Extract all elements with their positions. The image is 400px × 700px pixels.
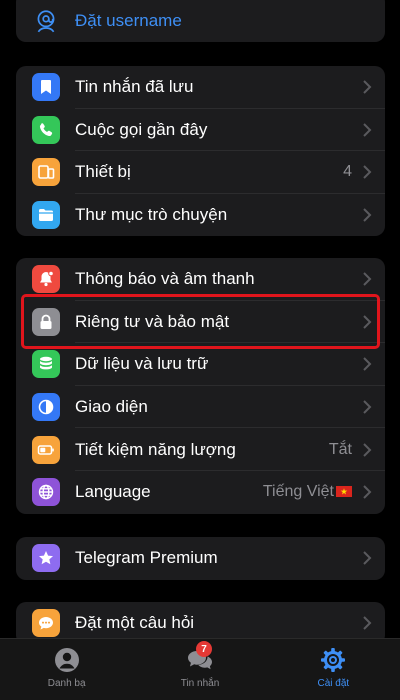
chevron-right-icon (363, 551, 372, 566)
tab-chats-label: Tin nhắn (180, 678, 220, 689)
vietnam-flag-icon (336, 485, 352, 497)
language-label: Language (75, 482, 151, 502)
set-username-label: Đặt username (75, 11, 182, 30)
chat-bubble-icon (32, 609, 60, 638)
chevron-right-icon (363, 442, 372, 457)
chevron-right-icon (363, 315, 372, 329)
saved-messages-row[interactable]: Tin nhắn đã lưu (16, 66, 385, 109)
saved-messages-label: Tin nhắn đã lưu (75, 77, 194, 97)
tab-contacts-label: Danh bạ (47, 678, 86, 689)
at-user-icon (32, 7, 60, 35)
recent-calls-row[interactable]: Cuộc gọi gần đây (16, 109, 385, 152)
premium-group: Telegram Premium (16, 537, 385, 580)
language-value: Tiếng Việt (263, 483, 352, 501)
chat-folders-row[interactable]: Thư mục trò chuyện (16, 194, 385, 237)
data-storage-row[interactable]: Dữ liệu và lưu trữ (16, 343, 385, 386)
privacy-settings-group: Thông báo và âm thanh Riêng tư và bảo mậ… (16, 258, 385, 514)
database-icon (32, 350, 60, 379)
appearance-label: Giao diện (75, 397, 148, 417)
devices-row[interactable]: Thiết bị 4 (16, 151, 385, 194)
tab-settings[interactable]: Cài đặt (267, 639, 400, 700)
power-saving-label: Tiết kiệm năng lượng (75, 439, 236, 459)
phone-icon (32, 115, 60, 144)
lock-icon (32, 307, 60, 336)
appearance-icon (32, 393, 60, 422)
chevron-right-icon (363, 80, 372, 95)
chevron-right-icon (363, 357, 372, 372)
recent-calls-label: Cuộc gọi gần đây (75, 119, 208, 139)
chevron-right-icon (363, 208, 372, 222)
tab-settings-label: Cài đặt (317, 678, 350, 689)
notifications-row[interactable]: Thông báo và âm thanh (16, 258, 385, 301)
unread-badge: 7 (195, 641, 212, 657)
tab-chats[interactable]: 7 Tin nhắn (133, 639, 266, 700)
account-group: Đặt username (16, 0, 385, 42)
language-value-text: Tiếng Việt (262, 483, 334, 501)
language-row[interactable]: Language Tiếng Việt (16, 471, 385, 514)
chevron-right-icon (363, 123, 372, 137)
appearance-row[interactable]: Giao diện (16, 386, 385, 429)
devices-count: 4 (343, 163, 352, 181)
devices-label: Thiết bị (75, 162, 131, 182)
power-saving-row[interactable]: Tiết kiệm năng lượng Tắt (16, 428, 385, 471)
star-icon (32, 544, 60, 573)
chevron-right-icon (363, 400, 372, 414)
data-storage-label: Dữ liệu và lưu trữ (75, 354, 209, 374)
notifications-label: Thông báo và âm thanh (75, 269, 255, 289)
chat-folders-label: Thư mục trò chuyện (75, 205, 228, 225)
ask-question-label: Đặt một câu hỏi (75, 613, 195, 633)
folder-icon (32, 201, 60, 230)
settings-gear-icon (321, 648, 346, 672)
tab-contacts[interactable]: Danh bạ (0, 639, 133, 700)
globe-icon (32, 478, 60, 507)
general-settings-group: Tin nhắn đã lưu Cuộc gọi gần đây Thiết b… (16, 66, 385, 237)
telegram-premium-label: Telegram Premium (75, 548, 218, 568)
set-username-row[interactable]: Đặt username (16, 0, 385, 42)
privacy-security-label: Riêng tư và bảo mật (75, 311, 230, 331)
devices-icon (32, 158, 60, 187)
power-saving-value: Tắt (328, 440, 352, 458)
battery-icon (32, 435, 60, 464)
chevron-right-icon (363, 616, 372, 631)
telegram-premium-row[interactable]: Telegram Premium (16, 537, 385, 580)
chevron-right-icon (363, 485, 372, 499)
tab-bar: Danh bạ 7 Tin nhắn Cài đặt (0, 638, 400, 700)
bell-icon (32, 265, 60, 294)
contacts-icon (54, 648, 79, 672)
chevron-right-icon (363, 272, 372, 287)
chevron-right-icon (363, 165, 372, 180)
privacy-security-row[interactable]: Riêng tư và bảo mật (16, 301, 385, 344)
bookmark-icon (32, 73, 60, 102)
